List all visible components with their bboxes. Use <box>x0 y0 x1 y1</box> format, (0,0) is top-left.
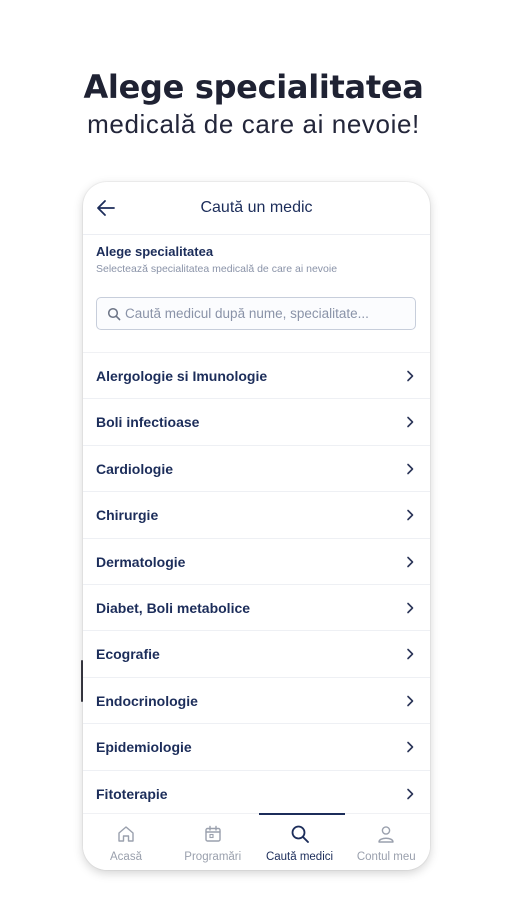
section-subtitle: Selectează specialitatea medicală de car… <box>96 263 338 275</box>
chevron-right-icon <box>404 787 416 799</box>
specialty-list: Alergologie si Imunologie Boli infectioas… <box>83 352 430 817</box>
tab-label: Acasă <box>110 851 142 863</box>
bottom-tab-bar: Acasă Programări Caută medici Contul meu <box>83 813 430 870</box>
promo-headline: Alege specialitatea medicală de care ai … <box>0 66 507 140</box>
tab-home[interactable]: Acasă <box>83 814 169 870</box>
specialty-label: Ecografie <box>96 646 160 663</box>
promo-subtitle: medicală de care ai nevoie! <box>87 109 420 139</box>
chevron-right-icon <box>404 508 416 521</box>
tab-label: Caută medici <box>265 851 334 863</box>
tab-label: Contul meu <box>356 851 416 863</box>
specialty-label: Alergologie si Imunologie <box>96 368 268 384</box>
specialty-item[interactable]: Dermatologie <box>83 539 430 585</box>
specialty-item[interactable]: Epidemiologie <box>83 724 430 771</box>
specialty-label: Fitoterapie <box>96 785 168 802</box>
specialty-label: Chirurgie <box>96 507 159 524</box>
specialty-item[interactable]: Ecografie <box>83 631 430 678</box>
search-icon <box>290 824 310 844</box>
chevron-right-icon <box>404 647 416 660</box>
specialty-item[interactable]: Chirurgie <box>83 492 430 539</box>
active-tab-indicator <box>258 813 345 815</box>
chevron-right-icon <box>404 369 416 382</box>
specialty-label: Boli infectioase <box>96 414 200 431</box>
chevron-right-icon <box>404 694 416 707</box>
home-icon <box>116 824 136 844</box>
user-icon <box>376 824 396 844</box>
specialty-label: Cardiologie <box>96 460 174 477</box>
tab-label: Programări <box>184 851 242 863</box>
tab-calendar[interactable]: Programări <box>170 814 256 870</box>
specialty-item[interactable]: Fitoterapie <box>83 771 430 817</box>
promo-title: Alege specialitatea <box>83 68 424 106</box>
chevron-right-icon <box>404 555 416 567</box>
tab-search[interactable]: Caută medici <box>257 813 345 870</box>
specialty-item[interactable]: Boli infectioase <box>83 399 430 446</box>
phone-screen: Caută un medic Alege specialitatea Selec… <box>83 182 430 870</box>
specialty-item[interactable]: Endocrinologie <box>83 678 430 725</box>
specialty-item[interactable]: Alergologie si Imunologie <box>83 353 430 400</box>
page-title: Caută un medic <box>200 199 313 216</box>
specialty-item[interactable]: Cardiologie <box>83 446 430 493</box>
chevron-right-icon <box>404 415 416 428</box>
specialty-label: Endocrinologie <box>96 692 198 709</box>
chevron-right-icon <box>404 740 416 753</box>
chevron-right-icon <box>404 462 416 475</box>
specialty-label: Epidemiologie <box>96 739 192 756</box>
chevron-right-icon <box>404 601 416 614</box>
specialty-label: Dermatologie <box>96 553 186 570</box>
specialty-label: Diabet, Boli metabolice <box>96 599 251 616</box>
specialty-item[interactable]: Diabet, Boli metabolice <box>83 585 430 632</box>
calendar-icon <box>203 824 223 844</box>
tab-user[interactable]: Contul meu <box>343 814 429 870</box>
search-input[interactable] <box>125 298 411 329</box>
section-title: Alege specialitatea <box>96 244 214 259</box>
search-icon <box>107 307 121 321</box>
app-bar: Caută un medic <box>83 182 430 235</box>
search-box[interactable] <box>96 297 416 330</box>
